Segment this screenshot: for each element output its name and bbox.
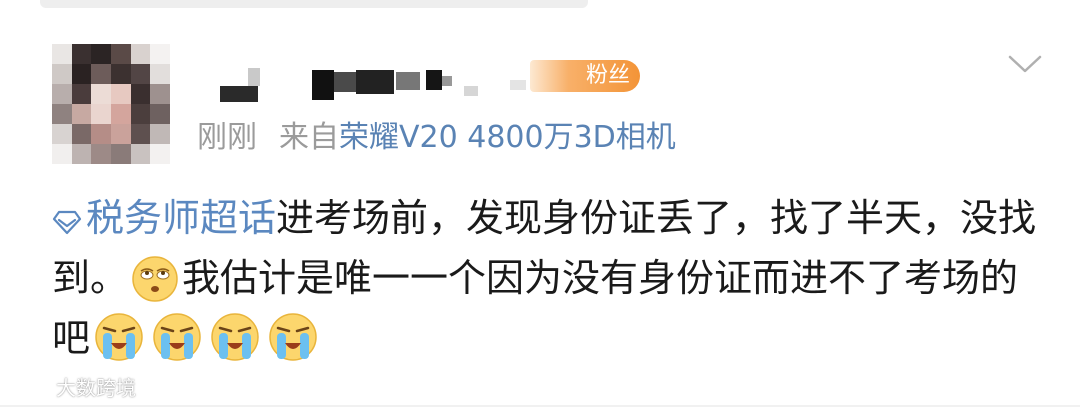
topic-label: 税务师超话 (86, 196, 277, 240)
fan-badge[interactable]: 粉丝 (530, 60, 640, 92)
fan-badge-label: 粉丝 (585, 63, 630, 88)
card-divider (0, 405, 1080, 407)
post-meta: 刚刚 来自荣耀V20 4800万3D相机 (197, 112, 676, 156)
source-prefix: 来自 (279, 120, 339, 155)
eye-roll-emoji (132, 256, 178, 302)
loudly-crying-emoji (153, 313, 201, 361)
device-link[interactable]: 荣耀V20 4800万3D相机 (339, 120, 676, 155)
loudly-crying-emoji (95, 313, 143, 361)
watermark-logo-icon (12, 376, 46, 397)
loudly-crying-emoji (211, 313, 259, 361)
loudly-crying-emoji (269, 313, 317, 361)
post-time: 刚刚 (197, 120, 257, 155)
watermark-text: 大数跨境 (56, 376, 136, 400)
super-topic-diamond-icon (52, 210, 82, 235)
topic-link[interactable]: 税务师超话 (52, 196, 276, 240)
previous-card-edge (40, 0, 588, 8)
chevron-down-icon[interactable] (1008, 54, 1042, 74)
post-content: 税务师超话进考场前，发现身份证丢了，找了半天，没找到。 我估计是唯一一个因为没有… (52, 188, 1042, 368)
watermark: 大数跨境 (10, 372, 136, 401)
avatar[interactable] (52, 44, 170, 164)
username-redacted[interactable] (220, 66, 560, 106)
